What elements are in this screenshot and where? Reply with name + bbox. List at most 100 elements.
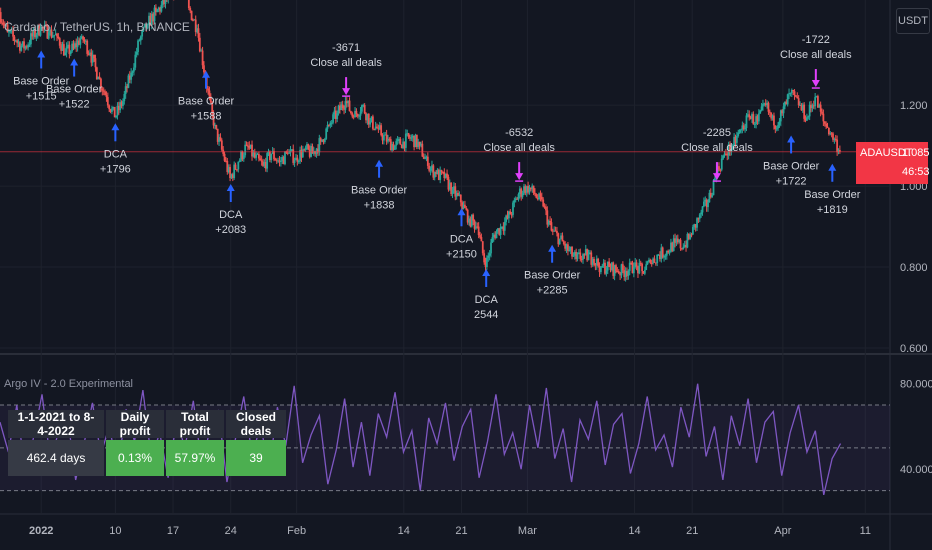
candle-body — [641, 263, 643, 272]
candle-body — [260, 160, 263, 162]
candle-body — [69, 51, 72, 55]
candle-body — [98, 76, 101, 79]
candle-body — [774, 125, 777, 129]
time-tick-label: 17 — [167, 525, 179, 537]
candle-body — [238, 160, 241, 162]
candle-body — [512, 202, 514, 215]
candle-body — [341, 104, 344, 109]
candle-body — [821, 111, 823, 114]
candle-body — [135, 52, 138, 55]
candle-body — [203, 65, 205, 73]
candle-body — [601, 265, 604, 268]
sell-signal-label: Close all deals — [483, 142, 555, 154]
candle-body — [593, 258, 595, 264]
candle-body — [190, 10, 193, 21]
candle-body — [550, 222, 553, 231]
stats-header-daily-profit: Daily profit — [106, 410, 164, 438]
candle-body — [803, 104, 806, 119]
candle-body — [429, 168, 432, 171]
candle-body — [363, 105, 366, 114]
candle-body — [719, 169, 722, 171]
candle-body — [491, 237, 494, 243]
candle-body — [700, 212, 703, 215]
candle-body — [376, 126, 378, 128]
sell-signal-label: -2285 — [703, 127, 731, 139]
candle-body — [667, 250, 670, 253]
candle-body — [796, 96, 799, 99]
candle-body — [53, 35, 56, 37]
stats-header-row: 1-1-2021 to 8-4-2022 Daily profit Total … — [8, 410, 286, 438]
candle-body — [259, 158, 262, 161]
candle-body — [293, 160, 296, 163]
candle-body — [822, 113, 825, 122]
price-tick-label: 1.200 — [900, 100, 928, 112]
candle-body — [558, 238, 561, 245]
candle-body — [745, 115, 748, 129]
currency-button[interactable]: USDT — [896, 8, 930, 34]
candle-body — [807, 116, 810, 118]
candle-body — [355, 111, 358, 115]
candle-body — [567, 244, 569, 251]
time-tick-label: 21 — [455, 525, 467, 537]
stats-value-row: 462.4 days 0.13% 57.97% 39 — [8, 440, 286, 476]
candle-body — [718, 166, 720, 170]
candle-body — [827, 127, 830, 135]
candle-body — [639, 262, 642, 264]
time-tick-label: 11 — [860, 525, 871, 537]
candle-body — [115, 115, 117, 118]
candle-body — [740, 129, 742, 131]
buy-signal-label: +1588 — [191, 111, 222, 123]
candle-body — [94, 58, 97, 68]
candle-body — [549, 220, 551, 223]
buy-signal-label: Base Order — [46, 84, 103, 96]
sell-signal-label: Close all deals — [681, 142, 753, 154]
candle-body — [201, 50, 204, 66]
candle-body — [597, 258, 600, 266]
candle-body — [255, 154, 258, 158]
candle-body — [440, 170, 443, 172]
candle-body — [236, 169, 238, 171]
candle-body — [57, 36, 60, 39]
candle-body — [465, 207, 468, 210]
candle-body — [698, 214, 701, 219]
candle-body — [823, 121, 826, 124]
candle-body — [130, 72, 133, 80]
candle-body — [301, 149, 304, 158]
candle-body — [393, 145, 396, 150]
candle-body — [627, 270, 630, 277]
candle-body — [358, 115, 361, 117]
candle-body — [399, 138, 402, 145]
candle-body — [646, 261, 649, 265]
candle-body — [635, 262, 638, 267]
buy-signal-label: +2150 — [446, 248, 477, 260]
candle-body — [649, 259, 652, 263]
candle-body — [795, 95, 797, 97]
candle-body — [572, 255, 575, 257]
price-tag-countdown: 46:53 — [902, 166, 930, 178]
time-tick-label: Feb — [287, 525, 306, 537]
candle-body — [487, 255, 490, 258]
candle-body — [814, 97, 817, 107]
sell-signal-label: Close all deals — [780, 49, 852, 61]
price-tag: ADAUSDT 1.085 46:53 — [856, 142, 930, 184]
candle-body — [481, 241, 484, 254]
stats-header-period: 1-1-2021 to 8-4-2022 — [8, 410, 104, 438]
candle-body — [20, 45, 23, 51]
candle-body — [679, 239, 682, 249]
candle-body — [643, 269, 646, 274]
candle-body — [198, 37, 201, 52]
candle-body — [245, 144, 248, 146]
candle-body — [307, 144, 310, 150]
candle-body — [599, 267, 602, 273]
candle-body — [797, 98, 800, 106]
candle-body — [682, 246, 685, 250]
candle-body — [82, 36, 84, 40]
candle-body — [792, 89, 795, 92]
buy-signal-label: DCA — [104, 148, 128, 160]
candle-body — [568, 250, 571, 252]
buy-signal-label: +1819 — [817, 204, 848, 216]
buy-signal-label: 2544 — [474, 309, 498, 321]
candle-body — [760, 106, 763, 111]
time-tick-label: 21 — [686, 525, 698, 537]
candle-body — [806, 117, 808, 121]
